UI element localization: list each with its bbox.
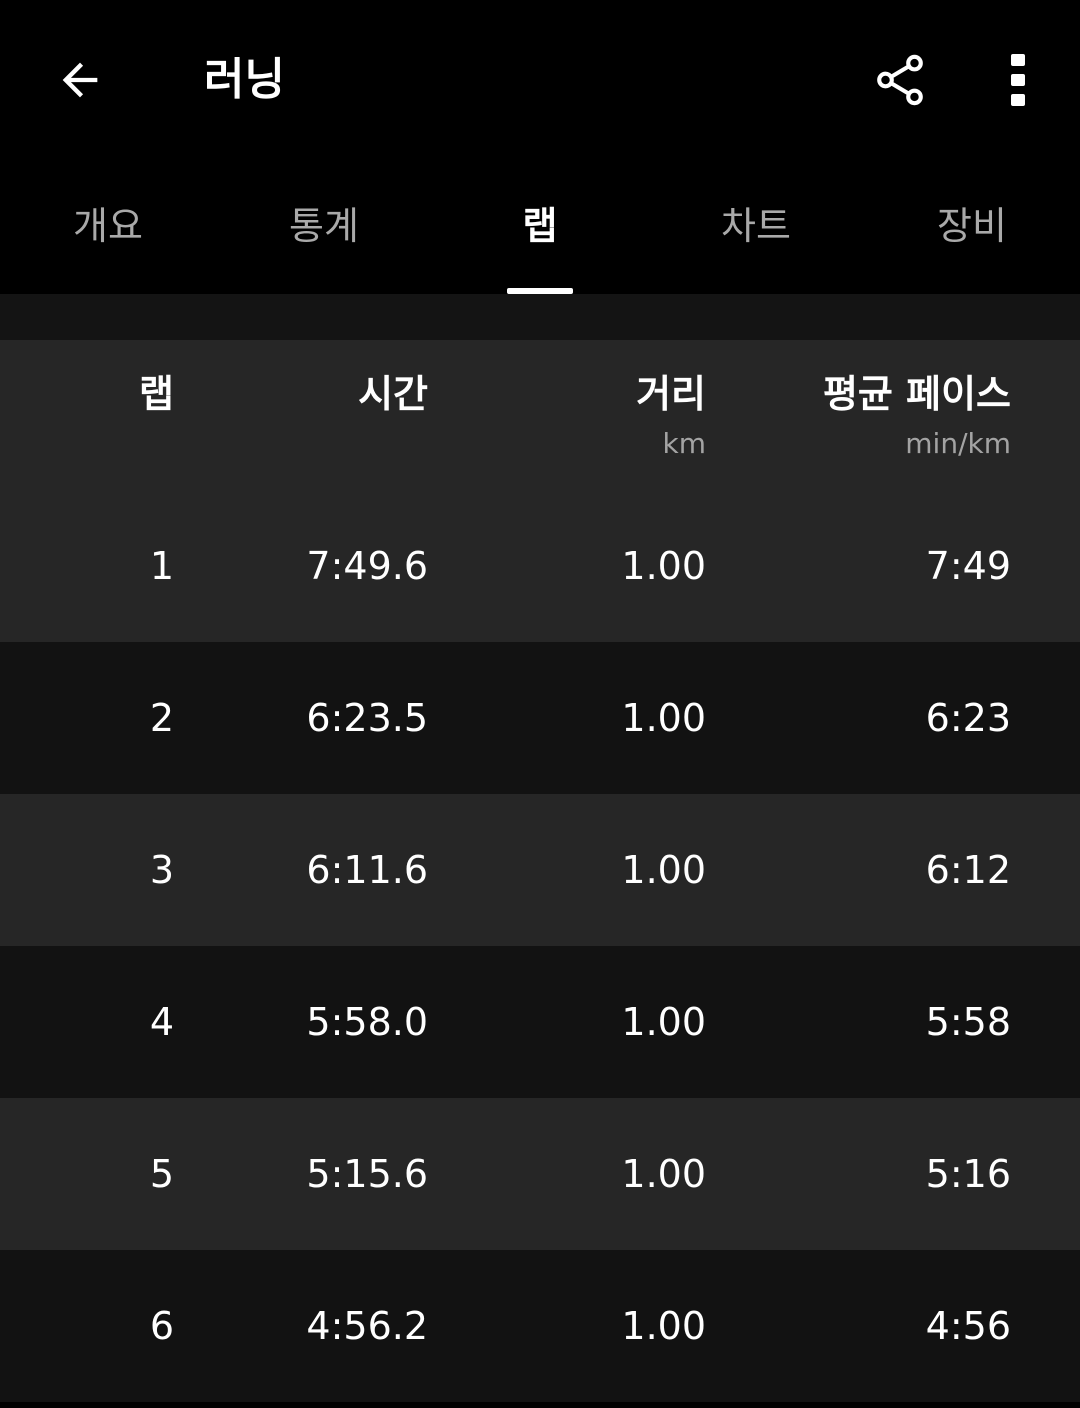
lap-time: 6:11.6 (306, 848, 428, 892)
tab-bar: 개요 통계 랩 차트 장비 (0, 160, 1080, 294)
tab-label: 통계 (289, 204, 359, 248)
lap-avg-pace: 5:58 (925, 1000, 1011, 1044)
lap-distance: 1.00 (621, 544, 706, 588)
page-title: 러닝 (204, 54, 285, 105)
share-icon (877, 54, 923, 106)
tab-label: 장비 (937, 204, 1007, 248)
lap-time: 4:56.2 (306, 1304, 428, 1348)
table-row[interactable]: 3 6:11.6 1.00 6:12 (0, 794, 1080, 946)
column-header-label: 랩 (139, 372, 174, 416)
column-header-unit: min/km (905, 427, 1011, 460)
table-row[interactable]: 4 5:58.0 1.00 5:58 (0, 946, 1080, 1098)
arrow-left-icon (62, 62, 98, 98)
lap-number: 1 (149, 544, 174, 588)
column-header-time: 시간 (358, 370, 428, 418)
table-header: 랩 시간 거리 km 평균 페이스 min/km (0, 340, 1080, 490)
column-header-label: 시간 (358, 372, 428, 416)
column-header-label: 평균 페이스 (822, 372, 1011, 416)
column-header-label: 거리 (636, 372, 706, 416)
lap-number: 4 (149, 1000, 174, 1044)
lap-time: 5:58.0 (306, 1000, 428, 1044)
lap-avg-pace: 6:12 (925, 848, 1011, 892)
lap-number: 5 (149, 1152, 174, 1196)
tab-overview[interactable]: 개요 (0, 160, 216, 294)
table-row[interactable]: 6 4:56.2 1.00 4:56 (0, 1250, 1080, 1402)
app-bar: 러닝 (0, 0, 1080, 160)
table-row[interactable]: 2 6:23.5 1.00 6:23 (0, 642, 1080, 794)
lap-distance: 1.00 (621, 1000, 706, 1044)
more-vert-icon (1011, 54, 1025, 106)
more-options-button[interactable] (978, 40, 1058, 120)
table-row[interactable]: 5 5:15.6 1.00 5:16 (0, 1098, 1080, 1250)
tab-charts[interactable]: 차트 (648, 160, 864, 294)
tab-label: 개요 (73, 204, 143, 248)
column-header-unit: km (662, 427, 707, 460)
lap-time: 6:23.5 (306, 696, 428, 740)
lap-avg-pace: 7:49 (925, 544, 1011, 588)
lap-avg-pace: 6:23 (925, 696, 1011, 740)
laps-table-body: 1 7:49.6 1.00 7:49 2 6:23.5 1.00 6:23 3 … (0, 490, 1080, 1402)
tab-laps[interactable]: 랩 (432, 160, 648, 294)
lap-distance: 1.00 (621, 848, 706, 892)
tab-gear[interactable]: 장비 (864, 160, 1080, 294)
column-header-avg-pace: 평균 페이스 min/km (823, 370, 1011, 464)
column-header-lap: 랩 (139, 370, 174, 418)
table-row[interactable]: 1 7:49.6 1.00 7:49 (0, 490, 1080, 642)
column-header-distance: 거리 km (636, 370, 706, 464)
lap-time: 7:49.6 (306, 544, 428, 588)
tab-label: 랩 (522, 204, 558, 248)
lap-avg-pace: 4:56 (925, 1304, 1011, 1348)
lap-distance: 1.00 (621, 1152, 706, 1196)
lap-number: 6 (149, 1304, 174, 1348)
lap-distance: 1.00 (621, 1304, 706, 1348)
tab-stats[interactable]: 통계 (216, 160, 432, 294)
share-button[interactable] (860, 40, 940, 120)
tab-label: 차트 (721, 204, 791, 248)
back-button[interactable] (40, 40, 120, 120)
lap-distance: 1.00 (621, 696, 706, 740)
lap-avg-pace: 5:16 (925, 1152, 1011, 1196)
section-spacer (0, 294, 1080, 340)
lap-number: 3 (149, 848, 174, 892)
lap-time: 5:15.6 (306, 1152, 428, 1196)
lap-number: 2 (149, 696, 174, 740)
